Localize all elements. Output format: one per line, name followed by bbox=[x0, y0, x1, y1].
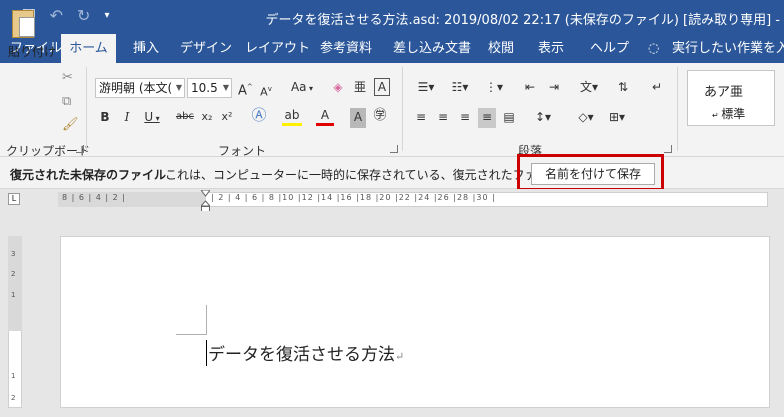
customize-qat-icon[interactable]: ▾ bbox=[104, 7, 109, 25]
highlight-color-icon[interactable]: ab bbox=[282, 106, 302, 126]
font-size-value: 10.5 bbox=[191, 81, 218, 95]
align-center-icon[interactable]: ≡ bbox=[434, 108, 452, 128]
recovered-file-bar: 復元された未保存のファイル これは、コンピューターに一時的に保存されている、復元… bbox=[0, 157, 784, 189]
quick-access-toolbar: 🖫 ↶ ↻ ▾ bbox=[22, 7, 109, 25]
grow-font-button[interactable]: A^ bbox=[238, 78, 253, 99]
lightbulb-icon: ◌ bbox=[648, 41, 660, 56]
style-normal[interactable]: あア亜 ↵ 標準 bbox=[687, 70, 775, 126]
tell-me-label: 実行したい作業を入 bbox=[672, 41, 784, 56]
tab-layout[interactable]: レイアウト bbox=[245, 34, 310, 63]
document-body-text[interactable]: データを復活させる方法↵ bbox=[208, 340, 404, 365]
change-case-button[interactable]: Aa ▾ bbox=[287, 78, 317, 98]
align-left-icon[interactable]: ≡ bbox=[412, 108, 430, 128]
tab-view[interactable]: 表示 bbox=[538, 34, 564, 63]
enclose-characters-icon[interactable]: ㊫ bbox=[371, 107, 389, 127]
document-text: データを復活させる方法 bbox=[208, 345, 395, 365]
vruler-number: 1 bbox=[11, 372, 16, 380]
clipboard-launcher-icon[interactable] bbox=[76, 145, 84, 153]
borders-icon[interactable]: ⊞▾ bbox=[604, 108, 630, 128]
justify-icon[interactable]: ≡ bbox=[478, 108, 496, 128]
text-cursor bbox=[206, 340, 207, 366]
redo-icon[interactable]: ↻ bbox=[77, 7, 90, 25]
group-divider bbox=[86, 67, 87, 151]
strikethrough-button[interactable]: abc bbox=[173, 108, 197, 128]
bullets-icon[interactable]: ☰▾ bbox=[412, 78, 440, 98]
vruler-number: 2 bbox=[11, 394, 16, 402]
font-name-combo[interactable]: 游明朝 (本文( ▼ bbox=[95, 78, 185, 98]
tell-me-box[interactable]: ◌ 実行したい作業を入 bbox=[648, 34, 784, 63]
change-case-label: Aa bbox=[290, 80, 307, 94]
group-divider bbox=[677, 67, 678, 151]
copy-icon[interactable]: ⧉ bbox=[62, 94, 71, 109]
increase-indent-icon[interactable]: ⇥ bbox=[544, 78, 564, 98]
superscript-button[interactable]: x² bbox=[219, 108, 235, 128]
tab-selector[interactable]: L bbox=[8, 193, 20, 205]
cut-icon[interactable]: ✂ bbox=[62, 70, 73, 85]
show-marks-icon[interactable]: ↵ bbox=[648, 78, 666, 98]
recovered-file-title: 復元された未保存のファイル bbox=[10, 168, 167, 182]
sort-icon[interactable]: ⇅ bbox=[614, 78, 632, 98]
style-sample: あア亜 bbox=[704, 85, 744, 100]
shrink-font-button[interactable]: Av bbox=[260, 80, 272, 100]
style-name-label: 標準 bbox=[721, 107, 746, 121]
indent-marker[interactable] bbox=[201, 190, 210, 212]
paste-button-label[interactable]: 貼り付け bbox=[8, 43, 56, 60]
tab-home[interactable]: ホーム bbox=[61, 34, 116, 63]
line-spacing-icon[interactable]: ↕▾ bbox=[530, 108, 556, 128]
text-effects-icon[interactable]: Ⓐ bbox=[250, 106, 268, 126]
ribbon-tab-bar: ファイル ホーム 挿入 デザイン レイアウト 参考資料 差し込み文書 校閲 表示… bbox=[0, 34, 784, 63]
title-bar: 🖫 ↶ ↻ ▾ データを復活させる方法.asd: 2019/08/02 22:1… bbox=[0, 0, 784, 34]
subscript-button[interactable]: x₂ bbox=[199, 108, 215, 128]
chevron-down-icon: ▼ bbox=[222, 83, 229, 92]
clear-formatting-icon[interactable]: ◈ bbox=[330, 78, 346, 98]
tab-references[interactable]: 参考資料 bbox=[320, 34, 372, 63]
align-right-icon[interactable]: ≡ bbox=[456, 108, 474, 128]
decrease-indent-icon[interactable]: ⇤ bbox=[520, 78, 540, 98]
margin-corner-mark bbox=[176, 334, 207, 335]
ruler-right-numbers: | 2 | 4 | 6 | 8 |10 |12 |14 |16 |18 |20 … bbox=[211, 193, 496, 202]
paragraph-launcher-icon[interactable] bbox=[664, 145, 672, 153]
bold-button[interactable]: B bbox=[98, 108, 112, 128]
italic-button[interactable]: I bbox=[120, 108, 134, 128]
font-launcher-icon[interactable] bbox=[390, 145, 398, 153]
font-size-combo[interactable]: 10.5 ▼ bbox=[187, 78, 232, 98]
vruler-number: 3 bbox=[11, 250, 16, 258]
group-divider bbox=[402, 67, 403, 151]
numbering-icon[interactable]: ☷▾ bbox=[446, 78, 474, 98]
underline-label: U bbox=[144, 110, 154, 124]
character-border-icon[interactable]: A bbox=[374, 78, 390, 96]
chevron-down-icon: ▼ bbox=[175, 83, 182, 92]
font-name-value: 游明朝 (本文( bbox=[99, 81, 173, 95]
tab-design[interactable]: デザイン bbox=[180, 34, 232, 63]
window-title: データを復活させる方法.asd: 2019/08/02 22:17 (未保存のフ… bbox=[265, 13, 780, 28]
grow-font-label: A bbox=[238, 83, 247, 99]
asian-layout-icon[interactable]: 文▾ bbox=[576, 78, 602, 98]
tab-mailings[interactable]: 差し込み文書 bbox=[393, 34, 471, 63]
shading-icon[interactable]: ◇▾ bbox=[572, 108, 600, 128]
paragraph-mark: ↵ bbox=[395, 350, 405, 363]
document-page[interactable] bbox=[60, 236, 770, 408]
highlight-frame bbox=[517, 154, 664, 191]
paste-icon[interactable] bbox=[12, 10, 35, 38]
vruler-number: 1 bbox=[11, 291, 16, 299]
vruler-number: 2 bbox=[11, 270, 16, 278]
multilevel-list-icon[interactable]: ⋮▾ bbox=[480, 78, 508, 98]
distributed-icon[interactable]: ▤ bbox=[500, 108, 518, 128]
style-name: ↵ 標準 bbox=[712, 107, 746, 121]
font-color-icon[interactable]: A bbox=[316, 106, 334, 126]
margin-corner-mark bbox=[206, 305, 207, 335]
tab-help[interactable]: ヘルプ bbox=[590, 34, 629, 63]
underline-button[interactable]: U ▾ bbox=[142, 108, 162, 128]
tab-review[interactable]: 校閲 bbox=[488, 34, 514, 63]
character-shading-icon[interactable]: A bbox=[350, 108, 366, 128]
shrink-font-label: A bbox=[260, 85, 268, 99]
undo-icon[interactable]: ↶ bbox=[50, 7, 63, 25]
format-painter-icon[interactable]: 🖌 bbox=[62, 117, 79, 132]
ruler-left-numbers: 8 | 6 | 4 | 2 | bbox=[62, 193, 126, 202]
phonetic-guide-icon[interactable]: 亜 bbox=[352, 78, 368, 98]
tab-insert[interactable]: 挿入 bbox=[133, 34, 159, 63]
